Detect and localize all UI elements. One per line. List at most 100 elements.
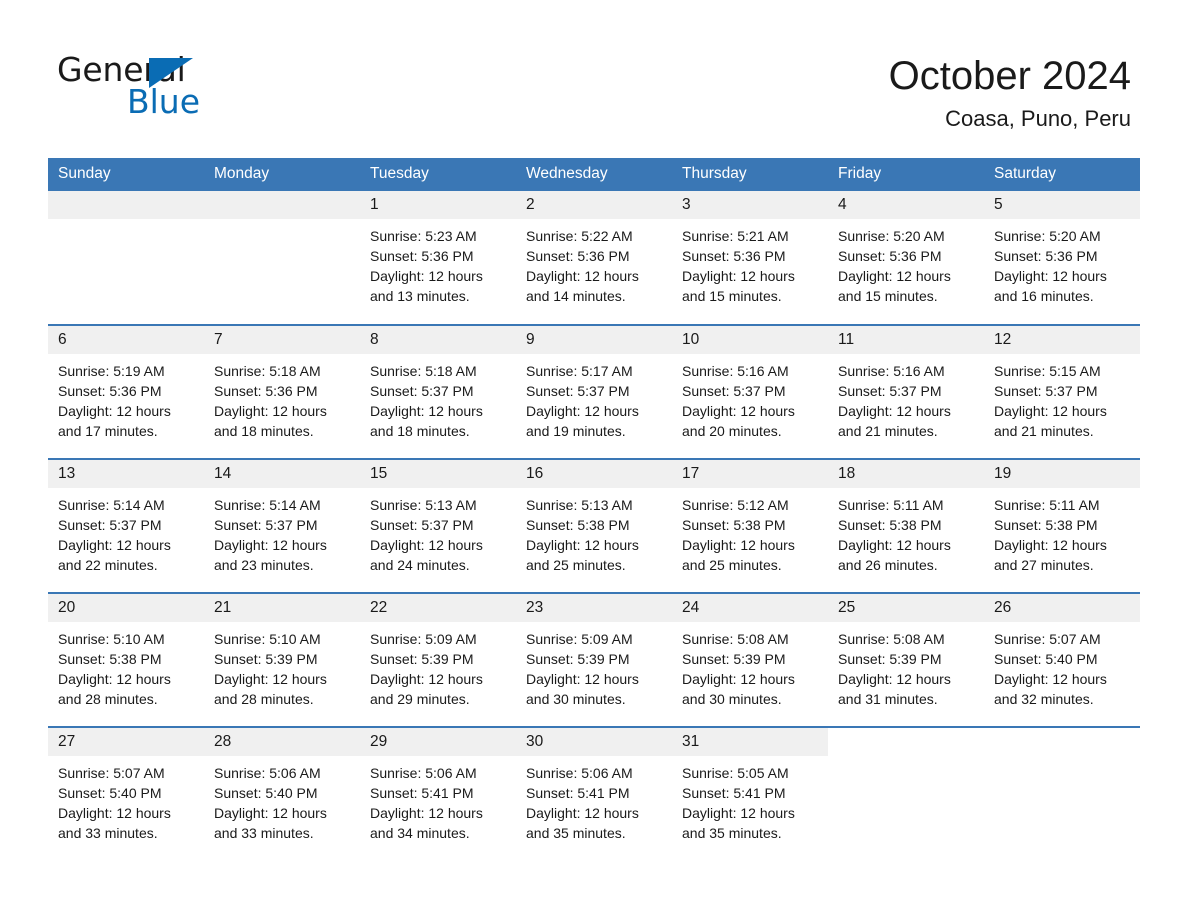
daylight-text: Daylight: 12 hours and 30 minutes.	[682, 671, 795, 707]
day-details: Sunrise: 5:16 AM Sunset: 5:37 PM Daylight:…	[672, 354, 828, 441]
calendar-day-cell[interactable]: 24 Sunrise: 5:08 AM Sunset: 5:39 PM Dayligh…	[672, 592, 828, 727]
calendar-week-row: 13 Sunrise: 5:14 AM Sunset: 5:37 PM Dayligh…	[48, 458, 1140, 593]
calendar-day-cell[interactable]: 18 Sunrise: 5:11 AM Sunset: 5:38 PM Dayligh…	[828, 458, 984, 593]
sunset-text: Sunset: 5:37 PM	[214, 517, 318, 533]
calendar-day-cell[interactable]: 28 Sunrise: 5:06 AM Sunset: 5:40 PM Dayligh…	[204, 726, 360, 861]
calendar-day-cell[interactable]: 25 Sunrise: 5:08 AM Sunset: 5:39 PM Dayligh…	[828, 592, 984, 727]
sunset-text: Sunset: 5:38 PM	[58, 651, 162, 667]
sunset-text: Sunset: 5:38 PM	[682, 517, 786, 533]
daylight-text: Daylight: 12 hours and 25 minutes.	[682, 537, 795, 573]
calendar-day-cell[interactable]: 6 Sunrise: 5:19 AM Sunset: 5:36 PM Daylight…	[48, 324, 204, 459]
calendar-week-row: 6 Sunrise: 5:19 AM Sunset: 5:36 PM Daylight…	[48, 324, 1140, 459]
sunrise-text: Sunrise: 5:11 AM	[838, 497, 944, 513]
calendar-day-cell[interactable]: 23 Sunrise: 5:09 AM Sunset: 5:39 PM Dayligh…	[516, 592, 672, 727]
day-number: 21	[204, 594, 360, 622]
day-number: 3	[672, 191, 828, 219]
day-details: Sunrise: 5:13 AM Sunset: 5:37 PM Daylight:…	[360, 488, 516, 575]
daylight-text: Daylight: 12 hours and 16 minutes.	[994, 268, 1107, 304]
daylight-text: Daylight: 12 hours and 32 minutes.	[994, 671, 1107, 707]
calendar-day-cell[interactable]: 9 Sunrise: 5:17 AM Sunset: 5:37 PM Daylight…	[516, 324, 672, 459]
sunrise-text: Sunrise: 5:17 AM	[526, 363, 633, 379]
weekday-header-tuesday: Tuesday	[360, 158, 516, 191]
sunset-text: Sunset: 5:37 PM	[370, 383, 474, 399]
sunset-text: Sunset: 5:37 PM	[682, 383, 786, 399]
day-number: 11	[828, 326, 984, 354]
sunset-text: Sunset: 5:39 PM	[526, 651, 630, 667]
calendar-day-cell[interactable]: 14 Sunrise: 5:14 AM Sunset: 5:37 PM Dayligh…	[204, 458, 360, 593]
calendar-day-cell[interactable]: 2 Sunrise: 5:22 AM Sunset: 5:36 PM Daylight…	[516, 191, 672, 325]
daylight-text: Daylight: 12 hours and 21 minutes.	[994, 403, 1107, 439]
sunrise-text: Sunrise: 5:10 AM	[214, 631, 321, 647]
calendar-day-cell[interactable]: 27 Sunrise: 5:07 AM Sunset: 5:40 PM Dayligh…	[48, 726, 204, 861]
day-number: 24	[672, 594, 828, 622]
calendar-cell-empty	[204, 191, 360, 325]
calendar-header-row: Sunday Monday Tuesday Wednesday Thursday…	[48, 158, 1140, 191]
weekday-header-wednesday: Wednesday	[516, 158, 672, 191]
title-block: October 2024 Coasa, Puno, Peru	[491, 52, 1131, 134]
sunset-text: Sunset: 5:39 PM	[682, 651, 786, 667]
daylight-text: Daylight: 12 hours and 27 minutes.	[994, 537, 1107, 573]
day-details: Sunrise: 5:09 AM Sunset: 5:39 PM Daylight:…	[516, 622, 672, 709]
sunset-text: Sunset: 5:37 PM	[994, 383, 1098, 399]
weekday-header-sunday: Sunday	[48, 158, 204, 191]
daylight-text: Daylight: 12 hours and 13 minutes.	[370, 268, 483, 304]
daylight-text: Daylight: 12 hours and 17 minutes.	[58, 403, 171, 439]
calendar-day-cell[interactable]: 20 Sunrise: 5:10 AM Sunset: 5:38 PM Dayligh…	[48, 592, 204, 727]
calendar-day-cell[interactable]: 3 Sunrise: 5:21 AM Sunset: 5:36 PM Daylight…	[672, 191, 828, 325]
calendar-day-cell[interactable]: 15 Sunrise: 5:13 AM Sunset: 5:37 PM Dayligh…	[360, 458, 516, 593]
sunrise-text: Sunrise: 5:10 AM	[58, 631, 165, 647]
calendar-day-cell[interactable]: 4 Sunrise: 5:20 AM Sunset: 5:36 PM Daylight…	[828, 191, 984, 325]
calendar-day-cell[interactable]: 31 Sunrise: 5:05 AM Sunset: 5:41 PM Dayligh…	[672, 726, 828, 861]
calendar-day-cell[interactable]: 10 Sunrise: 5:16 AM Sunset: 5:37 PM Dayligh…	[672, 324, 828, 459]
sunrise-text: Sunrise: 5:09 AM	[370, 631, 477, 647]
sunrise-text: Sunrise: 5:08 AM	[682, 631, 789, 647]
calendar-day-cell[interactable]: 12 Sunrise: 5:15 AM Sunset: 5:37 PM Dayligh…	[984, 324, 1140, 459]
day-number: 25	[828, 594, 984, 622]
page-title: October 2024	[888, 54, 1131, 98]
sunrise-text: Sunrise: 5:06 AM	[214, 765, 321, 781]
day-details: Sunrise: 5:07 AM Sunset: 5:40 PM Daylight:…	[48, 756, 204, 843]
day-details: Sunrise: 5:13 AM Sunset: 5:38 PM Daylight:…	[516, 488, 672, 575]
calendar-day-cell[interactable]: 5 Sunrise: 5:20 AM Sunset: 5:36 PM Daylight…	[984, 191, 1140, 325]
calendar-day-cell[interactable]: 19 Sunrise: 5:11 AM Sunset: 5:38 PM Dayligh…	[984, 458, 1140, 593]
calendar-day-cell[interactable]: 30 Sunrise: 5:06 AM Sunset: 5:41 PM Dayligh…	[516, 726, 672, 861]
calendar-day-cell[interactable]: 8 Sunrise: 5:18 AM Sunset: 5:37 PM Daylight…	[360, 324, 516, 459]
day-details: Sunrise: 5:11 AM Sunset: 5:38 PM Daylight:…	[984, 488, 1140, 575]
sunset-text: Sunset: 5:40 PM	[58, 785, 162, 801]
calendar-day-cell[interactable]: 17 Sunrise: 5:12 AM Sunset: 5:38 PM Dayligh…	[672, 458, 828, 593]
sunrise-text: Sunrise: 5:11 AM	[994, 497, 1100, 513]
day-number: 10	[672, 326, 828, 354]
calendar-day-cell[interactable]: 21 Sunrise: 5:10 AM Sunset: 5:39 PM Dayligh…	[204, 592, 360, 727]
daylight-text: Daylight: 12 hours and 26 minutes.	[838, 537, 951, 573]
sunset-text: Sunset: 5:39 PM	[370, 651, 474, 667]
sunset-text: Sunset: 5:36 PM	[994, 248, 1098, 264]
day-details: Sunrise: 5:10 AM Sunset: 5:38 PM Daylight:…	[48, 622, 204, 709]
daylight-text: Daylight: 12 hours and 20 minutes.	[682, 403, 795, 439]
calendar-day-cell[interactable]: 1 Sunrise: 5:23 AM Sunset: 5:36 PM Daylight…	[360, 191, 516, 325]
sunset-text: Sunset: 5:36 PM	[682, 248, 786, 264]
calendar-day-cell[interactable]: 7 Sunrise: 5:18 AM Sunset: 5:36 PM Daylight…	[204, 324, 360, 459]
general-blue-logo[interactable]: General Blue	[57, 52, 377, 124]
daylight-text: Daylight: 12 hours and 31 minutes.	[838, 671, 951, 707]
day-details: Sunrise: 5:18 AM Sunset: 5:37 PM Daylight:…	[360, 354, 516, 441]
day-number: 7	[204, 326, 360, 354]
sunrise-text: Sunrise: 5:22 AM	[526, 228, 633, 244]
calendar-day-cell[interactable]: 22 Sunrise: 5:09 AM Sunset: 5:39 PM Dayligh…	[360, 592, 516, 727]
sunset-text: Sunset: 5:36 PM	[526, 248, 630, 264]
calendar-page: General Blue October 2024 Coasa, Puno, P…	[0, 0, 1188, 918]
day-details: Sunrise: 5:23 AM Sunset: 5:36 PM Daylight:…	[360, 219, 516, 306]
day-details: Sunrise: 5:06 AM Sunset: 5:41 PM Daylight:…	[360, 756, 516, 843]
day-number: 31	[672, 728, 828, 756]
day-number: 28	[204, 728, 360, 756]
day-number: 29	[360, 728, 516, 756]
calendar-day-cell[interactable]: 11 Sunrise: 5:16 AM Sunset: 5:37 PM Dayligh…	[828, 324, 984, 459]
calendar-day-cell[interactable]: 16 Sunrise: 5:13 AM Sunset: 5:38 PM Dayligh…	[516, 458, 672, 593]
calendar-day-cell[interactable]: 13 Sunrise: 5:14 AM Sunset: 5:37 PM Dayligh…	[48, 458, 204, 593]
day-number: 27	[48, 728, 204, 756]
calendar-day-cell[interactable]: 26 Sunrise: 5:07 AM Sunset: 5:40 PM Dayligh…	[984, 592, 1140, 727]
calendar-day-cell[interactable]: 29 Sunrise: 5:06 AM Sunset: 5:41 PM Dayligh…	[360, 726, 516, 861]
day-number	[204, 191, 360, 219]
sunrise-text: Sunrise: 5:15 AM	[994, 363, 1101, 379]
calendar-week-row: 20 Sunrise: 5:10 AM Sunset: 5:38 PM Dayligh…	[48, 592, 1140, 727]
day-number: 16	[516, 460, 672, 488]
